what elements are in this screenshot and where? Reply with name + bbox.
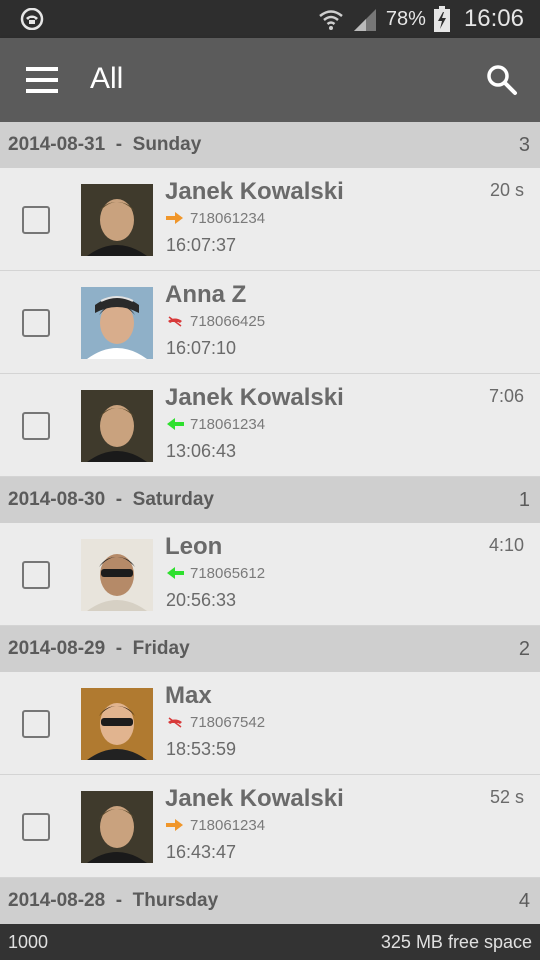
- select-checkbox[interactable]: [22, 309, 50, 337]
- call-number-line: 718066425: [166, 311, 265, 331]
- call-duration: 52 s: [489, 787, 524, 807]
- call-time: 20:56:33: [166, 590, 237, 610]
- call-duration: 7:06: [488, 386, 524, 406]
- date-section-header: 2014-08-30 - Saturday 1: [0, 477, 540, 523]
- section-call-count: 4: [518, 889, 530, 912]
- call-time: 16:07:37: [166, 235, 237, 255]
- phone-number: 718061234: [190, 415, 266, 433]
- contact-name: Janek Kowalski: [165, 384, 344, 411]
- contact-name: Anna Z: [165, 281, 247, 308]
- call-number-line: 718061234: [166, 815, 265, 835]
- date-section-header: 2014-08-28 - Thursday 4: [0, 878, 540, 924]
- contact-name: Max: [165, 682, 212, 709]
- section-date-label: 2014-08-31 - Sunday: [8, 134, 202, 155]
- contact-avatar: [81, 688, 153, 760]
- signal-icon: [353, 9, 376, 31]
- contact-avatar: [81, 184, 153, 256]
- section-call-count: 1: [518, 488, 530, 511]
- menu-icon[interactable]: [26, 67, 58, 93]
- call-list: 2014-08-31 - Sunday 3 Janek Kowalski 20 s 71…: [0, 122, 540, 924]
- contact-name: Janek Kowalski: [165, 178, 344, 205]
- outgoing-call-icon: [166, 212, 183, 224]
- phone-number: 718066425: [190, 312, 266, 330]
- battery-charging-icon: [433, 6, 450, 32]
- clock: 16:06: [463, 5, 524, 32]
- contact-avatar: [81, 791, 153, 863]
- wifi-icon: [319, 10, 343, 30]
- app-toolbar: All: [0, 38, 540, 122]
- select-checkbox[interactable]: [22, 412, 50, 440]
- call-number-line: 718061234: [166, 208, 265, 228]
- call-row[interactable]: Leon 4:10 718065612 20:56:33: [0, 523, 540, 626]
- contact-name: Janek Kowalski: [165, 785, 344, 812]
- missed-call-icon: [168, 316, 182, 327]
- page-title: All: [90, 62, 124, 95]
- total-count: 1000: [8, 931, 49, 952]
- missed-call-icon: [168, 717, 182, 728]
- call-number-line: 718061234: [166, 414, 265, 434]
- call-duration: 4:10: [488, 535, 524, 555]
- call-recorder-app-icon: [20, 8, 44, 30]
- section-date-label: 2014-08-28 - Thursday: [8, 890, 219, 911]
- incoming-call-icon: [167, 567, 184, 579]
- section-call-count: 2: [518, 637, 530, 660]
- select-checkbox[interactable]: [22, 206, 50, 234]
- call-row[interactable]: Janek Kowalski 20 s 718061234 16:07:37: [0, 168, 540, 271]
- section-date-label: 2014-08-30 - Saturday: [8, 489, 214, 510]
- call-time: 18:53:59: [166, 739, 237, 759]
- call-row[interactable]: Janek Kowalski 52 s 718061234 16:43:47: [0, 775, 540, 878]
- phone-number: 718067542: [190, 713, 266, 731]
- select-checkbox[interactable]: [22, 710, 50, 738]
- status-bar: 78% 16:06: [0, 0, 540, 38]
- select-checkbox[interactable]: [22, 561, 50, 589]
- contact-avatar: [81, 539, 153, 611]
- select-checkbox[interactable]: [22, 813, 50, 841]
- call-duration: 20 s: [489, 180, 524, 200]
- call-row[interactable]: Anna Z 718066425 16:07:10: [0, 271, 540, 374]
- contact-avatar: [81, 287, 153, 359]
- phone-number: 718061234: [190, 816, 266, 834]
- call-time: 13:06:43: [166, 441, 237, 461]
- contact-avatar: [81, 390, 153, 462]
- section-date-label: 2014-08-29 - Friday: [8, 638, 190, 659]
- free-space: 325 MB free space: [380, 931, 532, 952]
- battery-percent: 78%: [385, 7, 426, 30]
- call-row[interactable]: Max 718067542 18:53:59: [0, 672, 540, 775]
- phone-number: 718065612: [190, 564, 266, 582]
- call-row[interactable]: Janek Kowalski 7:06 718061234 13:06:43: [0, 374, 540, 477]
- call-time: 16:07:10: [166, 338, 237, 358]
- call-number-line: 718067542: [166, 712, 265, 732]
- incoming-call-icon: [167, 418, 184, 430]
- date-section-header: 2014-08-29 - Friday 2: [0, 626, 540, 672]
- call-time: 16:43:47: [166, 842, 237, 862]
- date-section-header: 2014-08-31 - Sunday 3: [0, 122, 540, 168]
- search-icon[interactable]: [484, 62, 520, 98]
- footer-bar: 1000 325 MB free space: [0, 924, 540, 960]
- outgoing-call-icon: [166, 819, 183, 831]
- phone-number: 718061234: [190, 209, 266, 227]
- call-number-line: 718065612: [166, 563, 265, 583]
- section-call-count: 3: [518, 133, 530, 156]
- contact-name: Leon: [165, 533, 223, 560]
